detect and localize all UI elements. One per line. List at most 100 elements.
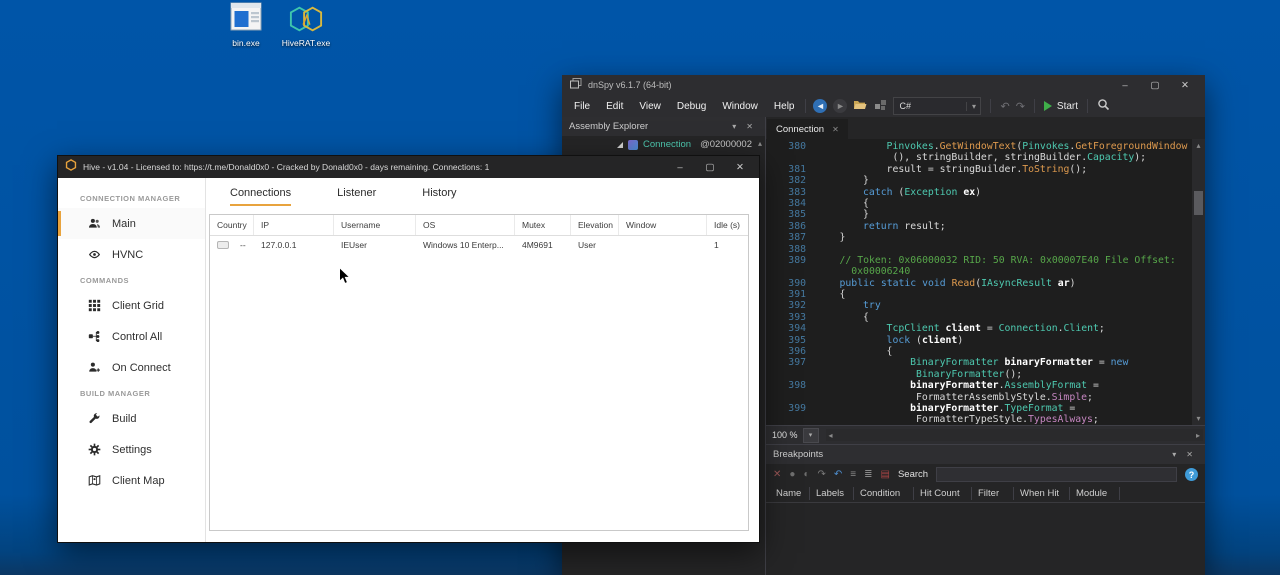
sidebar-item-hvnc[interactable]: HVNC [58,239,205,270]
tab-connection[interactable]: Connection ✕ [767,119,848,139]
start-label: Start [1057,101,1078,112]
maximize-button[interactable]: ▢ [698,162,722,173]
column-header-os[interactable]: OS [416,215,515,235]
column-header-username[interactable]: Username [334,215,416,235]
column-header-when-hit[interactable]: When Hit [1014,487,1070,500]
scroll-up-icon[interactable]: ▴ [1192,140,1205,151]
sidebar-item-main[interactable]: Main [58,208,205,239]
column-header-country[interactable]: Country [210,215,254,235]
tab-connections[interactable]: Connections [230,187,291,206]
remove-breakpoint-icon[interactable]: ✕ [773,470,781,480]
column-header-module[interactable]: Module [1070,487,1120,500]
editor-column: Connection ✕ 380Pinvokes.GetWindowText(P… [766,117,1205,575]
play-icon [1044,101,1052,111]
code-line: 392try [766,300,1205,311]
code-line: 393{ [766,312,1205,323]
export-breakpoints-icon[interactable]: ≡ [850,470,856,480]
sidebar-item-control-all[interactable]: Control All [58,321,205,352]
line-number: 387 [766,232,806,243]
line-number: 381 [766,164,806,175]
expand-triangle-icon[interactable] [617,142,623,148]
menu-help[interactable]: Help [766,101,803,112]
column-header-elevation[interactable]: Elevation [571,215,619,235]
column-header-ip[interactable]: IP [254,215,334,235]
zoom-dropdown-icon[interactable]: ▾ [803,428,819,443]
code-text: binaryFormatter.AssemblyFormat = [806,380,1099,391]
tree-item-connection-class[interactable]: Connection@02000002 [562,136,765,153]
tab-history[interactable]: History [422,187,456,206]
zoom-level[interactable]: 100 % [772,430,798,440]
column-header-mutex[interactable]: Mutex [515,215,571,235]
open-file-icon[interactable] [853,99,868,114]
connections-table: CountryIPUsernameOSMutexElevationWindowI… [209,214,749,531]
start-debugging-button[interactable]: Start [1044,101,1078,112]
line-number: 384 [766,198,806,209]
vertical-scrollbar[interactable]: ▴ ▾ [1192,139,1205,425]
sidebar-item-client-grid[interactable]: Client Grid [58,290,205,321]
go-to-source-icon[interactable]: ↷ [817,470,825,480]
table-row[interactable]: --127.0.0.1IEUserWindows 10 Enterp...4M9… [210,236,748,253]
toggle-breakpoints-icon[interactable]: ◐ [803,470,809,480]
tab-close-icon[interactable]: ✕ [832,125,839,134]
panel-menu-icon[interactable]: ▾ [1167,450,1181,459]
sidebar-item-on-connect[interactable]: On Connect [58,352,205,383]
table-cell: User [571,240,619,250]
menu-file[interactable]: File [566,101,598,112]
navigate-back-icon[interactable]: ◄ [813,99,827,113]
close-button[interactable]: ✕ [728,162,752,173]
scroll-down-icon[interactable]: ▾ [1192,413,1205,424]
toolbar-separator [1034,99,1035,113]
menu-window[interactable]: Window [714,101,766,112]
sidebar-section-header: BUILD MANAGER [58,383,205,403]
remove-all-breakpoints-icon[interactable]: ● [789,470,795,480]
sidebar-item-build[interactable]: Build [58,403,205,434]
go-to-disassembly-icon[interactable]: ↶ [834,470,842,480]
panel-close-icon[interactable]: ✕ [741,122,758,131]
panel-menu-icon[interactable]: ▾ [727,122,741,131]
column-header-condition[interactable]: Condition [854,487,914,500]
breakpoints-search-input[interactable] [936,467,1177,482]
menu-view[interactable]: View [631,101,669,112]
column-header-filter[interactable]: Filter [972,487,1014,500]
sidebar-item-settings[interactable]: Settings [58,434,205,465]
scroll-right-icon[interactable]: ▸ [1196,431,1200,440]
search-assemblies-icon[interactable] [1097,98,1110,114]
menu-edit[interactable]: Edit [598,101,631,112]
tree-scroll-up-icon[interactable]: ▴ [758,139,762,148]
desktop: bin.exe HiveRAT.exe dnSpy v6.1.7 (64-bit… [0,0,1280,575]
column-header-labels[interactable]: Labels [810,487,854,500]
hive-window: Hive - v1.04 - Licensed to: https://t.me… [57,155,760,543]
code-text: FormatterAssemblyStyle.Simple; [806,392,1093,403]
table-cell: 1 [707,240,747,250]
minimize-button[interactable]: – [668,162,692,173]
tab-listener[interactable]: Listener [337,187,376,206]
redo-icon[interactable]: ↷ [1016,100,1025,113]
dnspy-titlebar: dnSpy v6.1.7 (64-bit) – ▢ ✕ [562,75,1205,95]
navigate-forward-icon[interactable]: ► [833,99,847,113]
column-header-idles[interactable]: Idle (s) [707,215,747,235]
panel-close-icon[interactable]: ✕ [1181,450,1198,459]
column-header-name[interactable]: Name [770,487,810,500]
column-header-hit-count[interactable]: Hit Count [914,487,972,500]
line-number: 391 [766,289,806,300]
horizontal-scrollbar[interactable]: ◂ ▸ [826,429,1203,441]
code-text: { [806,346,892,357]
close-button[interactable]: ✕ [1173,80,1197,91]
help-icon[interactable]: ? [1185,468,1198,481]
table-cell: IEUser [334,240,416,250]
import-breakpoints-icon[interactable]: ≣ [864,470,872,480]
desktop-icon-hiverat-exe[interactable]: HiveRAT.exe [274,2,338,48]
desktop-icon-bin-exe[interactable]: bin.exe [214,2,278,48]
scroll-left-icon[interactable]: ◂ [829,431,833,440]
minimize-button[interactable]: – [1113,80,1137,91]
maximize-button[interactable]: ▢ [1143,80,1167,91]
show-tokens-icon[interactable]: ▤ [881,470,890,480]
undo-icon[interactable]: ↶ [1000,100,1009,113]
export-assembly-icon[interactable] [874,99,887,114]
eye-icon [87,248,101,262]
sidebar-item-client-map[interactable]: Client Map [58,465,205,496]
column-header-window[interactable]: Window [619,215,707,235]
scrollbar-thumb[interactable] [1194,191,1203,215]
language-combobox[interactable]: C# ▾ [893,97,981,115]
menu-debug[interactable]: Debug [669,101,714,112]
